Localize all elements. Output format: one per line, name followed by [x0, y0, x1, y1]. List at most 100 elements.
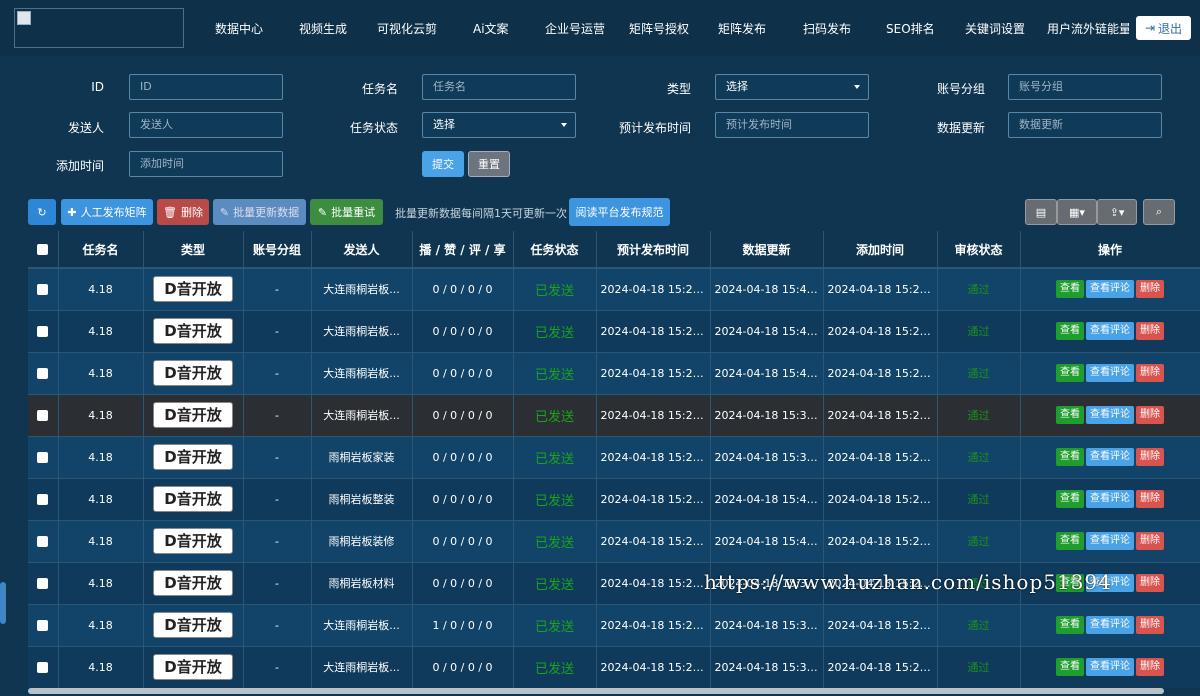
- row-checkbox[interactable]: [37, 284, 49, 296]
- view-comments-button[interactable]: 查看评论: [1086, 364, 1134, 382]
- row-checkbox[interactable]: [37, 620, 49, 631]
- view-comments-button[interactable]: 查看评论: [1086, 658, 1134, 677]
- header-sender[interactable]: 发送人: [311, 231, 413, 269]
- row-select-cell[interactable]: [28, 267, 59, 310]
- header-task-status[interactable]: 任务状态: [513, 231, 597, 269]
- header-planned-time[interactable]: 预计发布时间: [596, 231, 711, 269]
- nav-video-generate[interactable]: 视频生成: [299, 20, 347, 37]
- nav-scan-publish[interactable]: 扫码发布: [803, 20, 851, 37]
- row-checkbox[interactable]: [37, 368, 49, 379]
- view-button[interactable]: 查看: [1056, 616, 1084, 634]
- batch-retry-button[interactable]: ✎ 批量重试: [310, 199, 383, 225]
- view-comments-button[interactable]: 查看评论: [1086, 616, 1134, 634]
- row-select-cell[interactable]: [28, 477, 59, 520]
- row-delete-button[interactable]: 删除: [1136, 574, 1164, 592]
- view-comments-button[interactable]: 查看评论: [1086, 322, 1134, 340]
- view-button[interactable]: 查看: [1056, 658, 1084, 677]
- nav-seo-rank[interactable]: SEO排名: [886, 20, 935, 37]
- nav-keyword-settings[interactable]: 关键词设置: [965, 20, 1025, 37]
- logout-button[interactable]: ⇥ 退出: [1136, 16, 1191, 40]
- row-select-cell[interactable]: [28, 309, 59, 352]
- view-button[interactable]: 查看: [1056, 448, 1084, 466]
- publish-rules-button[interactable]: 阅读平台发布规范: [569, 198, 670, 226]
- row-checkbox[interactable]: [37, 452, 49, 463]
- view-comments-button[interactable]: 查看评论: [1086, 280, 1134, 299]
- toggle-view-button[interactable]: ▤: [1025, 199, 1057, 225]
- row-delete-button[interactable]: 删除: [1136, 280, 1164, 299]
- row-select-cell[interactable]: [28, 519, 59, 562]
- row-checkbox[interactable]: [37, 662, 49, 674]
- manual-publish-button[interactable]: ✚ 人工发布矩阵: [61, 199, 153, 225]
- view-button[interactable]: 查看: [1056, 406, 1084, 424]
- nav-ai-copy[interactable]: Ai文案: [473, 20, 509, 37]
- view-comments-button[interactable]: 查看评论: [1086, 448, 1134, 466]
- row-select-cell[interactable]: [28, 603, 59, 646]
- data-update-input[interactable]: 数据更新: [1008, 112, 1162, 138]
- row-delete-button[interactable]: 删除: [1136, 322, 1164, 340]
- view-button[interactable]: 查看: [1056, 322, 1084, 340]
- task-status-select[interactable]: 选择: [422, 112, 576, 138]
- table-row[interactable]: 4.18 D音开放 - 大连雨桐岩板... 0 / 0 / 0 / 0 已发送 2024-0…: [28, 351, 1200, 394]
- row-checkbox[interactable]: [37, 494, 49, 505]
- row-delete-button[interactable]: 删除: [1136, 490, 1164, 508]
- nav-matrix-publish[interactable]: 矩阵发布: [718, 20, 766, 37]
- row-select-cell[interactable]: [28, 645, 59, 688]
- planned-time-input[interactable]: 预计发布时间: [715, 112, 869, 138]
- table-row[interactable]: 4.18 D音开放 - 大连雨桐岩板... 0 / 0 / 0 / 0 已发送 2024-0…: [28, 393, 1200, 436]
- row-select-cell[interactable]: [28, 435, 59, 478]
- view-button[interactable]: 查看: [1056, 490, 1084, 508]
- row-checkbox[interactable]: [37, 578, 49, 589]
- nav-external-links[interactable]: 用户流外链能量: [1047, 20, 1129, 37]
- side-drag-handle[interactable]: [0, 582, 6, 624]
- row-delete-button[interactable]: 删除: [1136, 406, 1164, 424]
- id-input[interactable]: ID: [129, 74, 283, 100]
- view-button[interactable]: 查看: [1056, 280, 1084, 299]
- select-all-header[interactable]: [28, 231, 59, 269]
- table-row[interactable]: 4.18 D音开放 - 雨桐岩板整装 0 / 0 / 0 / 0 已发送 2024-04-1…: [28, 477, 1200, 520]
- export-button[interactable]: ⇪▾: [1097, 199, 1137, 225]
- batch-update-button[interactable]: ✎ 批量更新数据: [213, 199, 306, 225]
- account-group-input[interactable]: 账号分组: [1008, 74, 1162, 100]
- row-checkbox[interactable]: [37, 410, 49, 421]
- table-row[interactable]: 4.18 D音开放 - 大连雨桐岩板... 1 / 0 / 0 / 0 已发送 2024-0…: [28, 603, 1200, 646]
- reset-button[interactable]: 重置: [468, 151, 510, 177]
- header-task-name[interactable]: 任务名: [58, 231, 144, 269]
- row-select-cell[interactable]: [28, 561, 59, 604]
- row-checkbox[interactable]: [37, 536, 49, 547]
- row-checkbox[interactable]: [37, 326, 49, 337]
- nav-enterprise-ops[interactable]: 企业号运营: [545, 20, 605, 37]
- header-account-group[interactable]: 账号分组: [243, 231, 312, 269]
- sender-input[interactable]: 发送人: [129, 112, 283, 138]
- search-button[interactable]: ⌕: [1143, 199, 1175, 225]
- header-audit-status[interactable]: 审核状态: [937, 231, 1021, 269]
- nav-matrix-auth[interactable]: 矩阵号授权: [629, 20, 689, 37]
- row-delete-button[interactable]: 删除: [1136, 448, 1164, 466]
- header-type[interactable]: 类型: [143, 231, 244, 269]
- logo[interactable]: [14, 8, 184, 48]
- view-button[interactable]: 查看: [1056, 364, 1084, 382]
- header-added-time[interactable]: 添加时间: [823, 231, 938, 269]
- row-delete-button[interactable]: 删除: [1136, 364, 1164, 382]
- row-delete-button[interactable]: 删除: [1136, 616, 1164, 634]
- table-row[interactable]: 4.18 D音开放 - 雨桐岩板装修 0 / 0 / 0 / 0 已发送 2024-04-1…: [28, 519, 1200, 562]
- table-row[interactable]: 4.18 D音开放 - 雨桐岩板家装 0 / 0 / 0 / 0 已发送 2024-04-1…: [28, 435, 1200, 478]
- view-comments-button[interactable]: 查看评论: [1086, 490, 1134, 508]
- delete-button[interactable]: 🗑 删除: [157, 199, 209, 225]
- columns-button[interactable]: ▦▾: [1057, 199, 1097, 225]
- submit-button[interactable]: 提交: [422, 151, 464, 177]
- table-row[interactable]: 4.18 D音开放 - 大连雨桐岩板... 0 / 0 / 0 / 0 已发送 2024-0…: [28, 645, 1200, 688]
- table-row[interactable]: 4.18 D音开放 - 大连雨桐岩板... 0 / 0 / 0 / 0 已发送 2024-0…: [28, 309, 1200, 352]
- row-delete-button[interactable]: 删除: [1136, 658, 1164, 677]
- type-select[interactable]: 选择: [715, 74, 869, 100]
- row-select-cell[interactable]: [28, 393, 59, 436]
- nav-data-center[interactable]: 数据中心: [215, 20, 263, 37]
- view-button[interactable]: 查看: [1056, 532, 1084, 550]
- task-name-input[interactable]: 任务名: [422, 74, 576, 100]
- added-time-input[interactable]: 添加时间: [129, 151, 283, 177]
- header-data-update[interactable]: 数据更新: [710, 231, 824, 269]
- nav-cloud-edit[interactable]: 可视化云剪: [377, 20, 437, 37]
- view-comments-button[interactable]: 查看评论: [1086, 532, 1134, 550]
- horizontal-scrollbar[interactable]: [28, 688, 1164, 694]
- row-delete-button[interactable]: 删除: [1136, 532, 1164, 550]
- select-all-checkbox[interactable]: [37, 244, 49, 255]
